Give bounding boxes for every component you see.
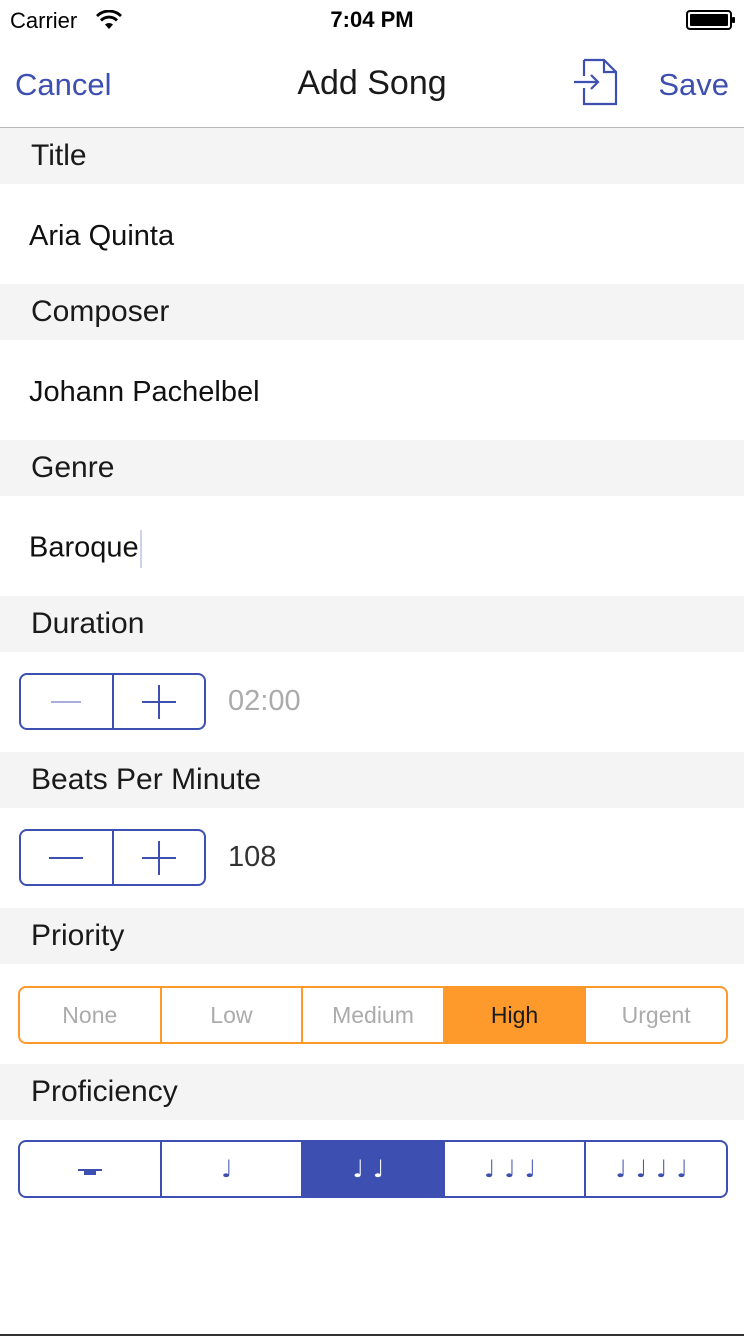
- save-button[interactable]: Save: [658, 67, 729, 103]
- plus-icon: [141, 684, 176, 719]
- duration-label: Duration: [31, 607, 145, 640]
- bpm-decrement-button[interactable]: [21, 831, 112, 884]
- priority-label: Priority: [31, 919, 125, 952]
- document-import-icon[interactable]: [570, 54, 622, 110]
- genre-field-value: Baroque: [29, 531, 139, 564]
- battery-icon: [686, 10, 735, 30]
- cancel-button[interactable]: Cancel: [15, 67, 112, 103]
- minus-icon: [49, 856, 84, 859]
- proficiency-segment-1[interactable]: ♩: [159, 1142, 302, 1196]
- proficiency-label: Proficiency: [31, 1075, 178, 1108]
- title-label: Title: [31, 139, 87, 172]
- proficiency-segment-2[interactable]: ♩♩: [301, 1142, 443, 1196]
- section-header-proficiency: Proficiency: [0, 1064, 744, 1120]
- bpm-stepper: [19, 829, 206, 886]
- proficiency-segment-3[interactable]: ♩♩♩: [442, 1142, 585, 1196]
- status-bar: Carrier 7:04 PM: [0, 0, 744, 40]
- section-header-priority: Priority: [0, 908, 744, 964]
- section-header-title: Title: [0, 128, 744, 184]
- duration-value: 02:00: [228, 685, 301, 717]
- priority-segment-high[interactable]: High: [442, 988, 585, 1042]
- bpm-increment-button[interactable]: [111, 831, 205, 884]
- proficiency-segment-rest[interactable]: [20, 1142, 160, 1196]
- status-time: 7:04 PM: [330, 7, 414, 32]
- priority-segment-urgent[interactable]: Urgent: [584, 988, 726, 1042]
- minus-icon: [51, 700, 82, 703]
- plus-icon: [141, 840, 176, 875]
- composer-label: Composer: [31, 295, 170, 328]
- page-title: Add Song: [297, 64, 447, 102]
- nav-bar: Cancel Add Song Save: [0, 40, 744, 128]
- rest-icon: [77, 1162, 102, 1176]
- text-cursor: [139, 530, 142, 568]
- proficiency-segment-4[interactable]: ♩♩♩♩: [584, 1142, 726, 1196]
- priority-segment-none[interactable]: None: [20, 988, 160, 1042]
- priority-segment-medium[interactable]: Medium: [301, 988, 443, 1042]
- duration-stepper: [19, 673, 206, 730]
- section-header-composer: Composer: [0, 284, 744, 340]
- genre-label: Genre: [31, 451, 115, 484]
- bpm-label: Beats Per Minute: [31, 763, 262, 796]
- section-header-genre: Genre: [0, 440, 744, 496]
- priority-segmented-control: None Low Medium High Urgent: [18, 986, 728, 1044]
- duration-decrement-button[interactable]: [21, 675, 112, 728]
- duration-increment-button[interactable]: [111, 675, 205, 728]
- bpm-value: 108: [228, 841, 277, 873]
- section-header-duration: Duration: [0, 596, 744, 652]
- priority-segment-low[interactable]: Low: [159, 988, 302, 1042]
- genre-field[interactable]: Baroque: [29, 530, 142, 568]
- proficiency-segmented-control: ♩ ♩♩ ♩♩♩ ♩♩♩♩: [18, 1140, 728, 1198]
- composer-field[interactable]: Johann Pachelbel: [29, 376, 260, 409]
- section-header-bpm: Beats Per Minute: [0, 752, 744, 808]
- title-field[interactable]: Aria Quinta: [29, 220, 174, 253]
